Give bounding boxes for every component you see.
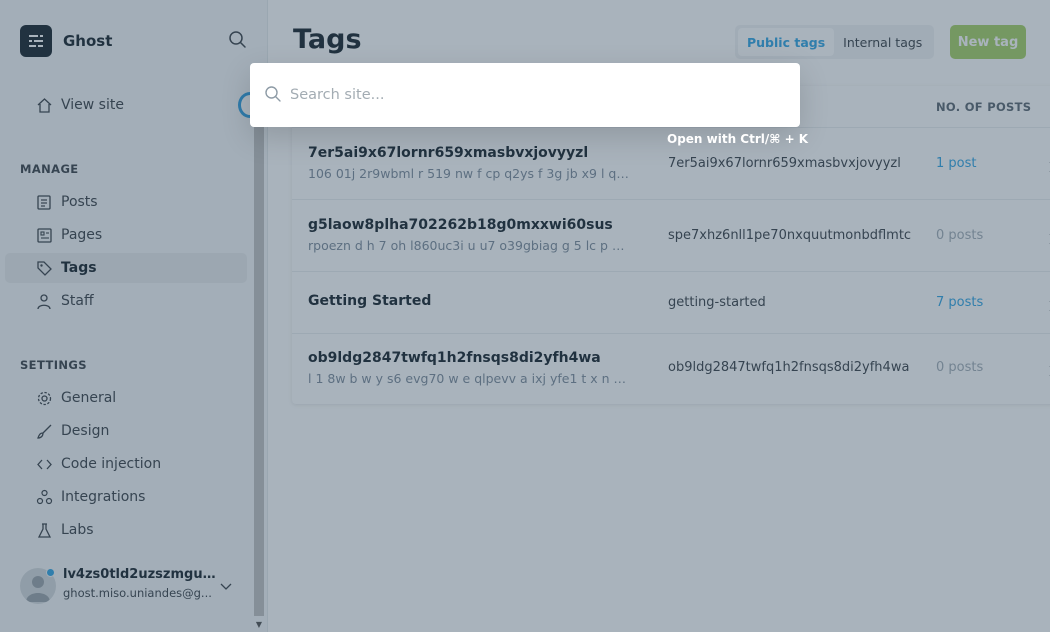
search-input[interactable] — [290, 80, 780, 110]
search-shortcut-hint: Open with Ctrl/⌘ + K — [667, 132, 809, 146]
search-modal — [250, 63, 800, 127]
search-icon — [264, 85, 282, 103]
